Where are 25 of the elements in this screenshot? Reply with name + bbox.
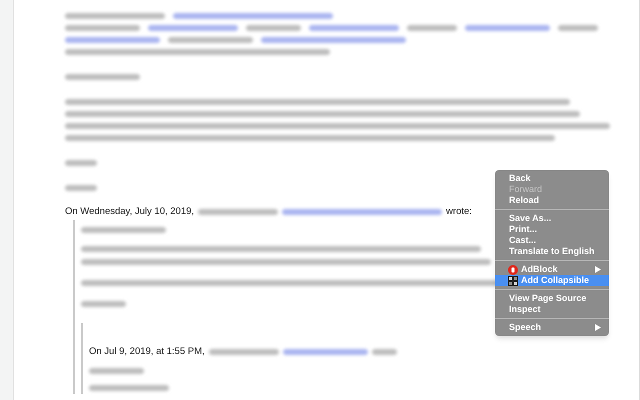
menu-item[interactable]: Save As... [495,213,609,224]
menu-item[interactable]: Cast... [495,235,609,246]
menu-item[interactable]: View Page Source [495,293,609,304]
quote-suffix: wrote: [446,205,472,219]
blurred-text [246,24,301,30]
blurred-text [89,368,144,374]
quote-header: On Wednesday, July 10, 2019, [65,205,194,219]
grid-icon [508,276,518,286]
stop-hand-icon [508,264,518,274]
blurred-text [65,184,97,190]
blurred-text [65,160,97,166]
blurred-text [558,24,598,30]
blurred-text [208,349,279,356]
menu-item[interactable]: Translate to English [495,246,609,257]
menu-item[interactable]: Add Collapsible [495,275,609,286]
menu-item[interactable]: Inspect [495,304,609,315]
blurred-text [407,24,457,30]
blurred-text [372,349,397,356]
menu-item[interactable]: Print... [495,224,609,235]
menu-item[interactable]: Reload [495,195,609,206]
menu-item[interactable]: AdBlock [495,264,609,275]
menu-item[interactable]: Back [495,173,609,184]
quote-header: On Jul 9, 2019, at 1:55 PM, [89,345,205,360]
menu-item[interactable]: Speech [495,322,609,333]
blurred-text [81,300,126,307]
